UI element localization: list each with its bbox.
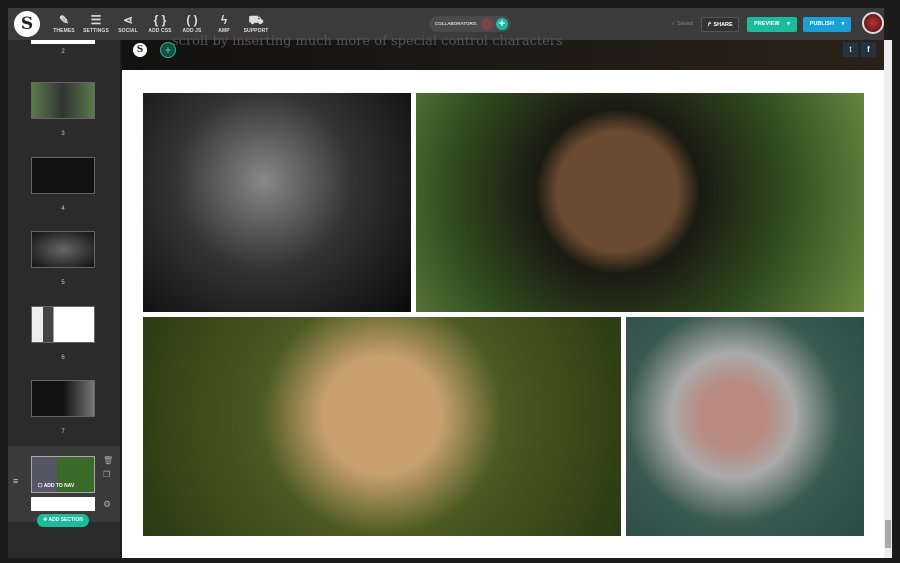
section-number: 6 <box>61 354 65 361</box>
section-number: 7 <box>61 429 65 436</box>
publish-button[interactable]: PUBLISH ▾ <box>803 17 851 32</box>
ambulance-icon: ⛟ <box>248 13 264 27</box>
add-section-button[interactable]: ✚ ADD SECTION <box>37 514 89 527</box>
preview-button[interactable]: PREVIEW ▾ <box>747 17 797 32</box>
toolbar-support-button[interactable]: ⛟ SUPPORT <box>239 12 273 34</box>
section-name-input[interactable] <box>31 497 95 511</box>
duplicate-icon[interactable]: ❐ <box>103 470 110 479</box>
section-number: 4 <box>61 205 65 212</box>
active-section: ≡ ☐ ADD TO NAV 🗑 ❐ ⚙ <box>8 446 120 522</box>
user-avatar[interactable] <box>862 12 884 34</box>
section-thumbnail[interactable] <box>31 40 95 44</box>
chimpanzee-photo[interactable] <box>416 93 864 312</box>
braces-icon: { } <box>153 13 167 27</box>
drag-handle-icon[interactable]: ≡ <box>13 476 18 486</box>
toolbar-amp-button[interactable]: ϟ AMP <box>207 12 241 34</box>
baby-monkey-photo[interactable] <box>626 317 864 536</box>
scrollbar[interactable] <box>884 40 892 558</box>
add-collaborator-button[interactable]: + <box>496 18 508 30</box>
section-number: 3 <box>61 131 65 137</box>
toolbar-social-button[interactable]: ⋖ SOCIAL <box>111 12 145 34</box>
site-logo[interactable]: S <box>14 11 40 37</box>
brush-icon: ✎ <box>58 13 70 27</box>
section-number: 5 <box>61 280 65 287</box>
bolt-icon: ϟ <box>220 13 228 27</box>
add-to-nav-checkbox[interactable]: ☐ ADD TO NAV <box>38 483 74 489</box>
list-icon: ☰ <box>90 13 102 27</box>
section-thumbnail[interactable] <box>31 156 95 194</box>
toolbar-add-js-button[interactable]: ( ) ADD JS <box>175 12 209 34</box>
add-element-button[interactable]: + <box>160 42 176 58</box>
toolbar-settings-button[interactable]: ☰ SETTINGS <box>79 12 113 34</box>
section-logo[interactable]: S <box>133 43 147 57</box>
gear-icon[interactable]: ⚙ <box>103 499 111 510</box>
chevron-down-icon: ▾ <box>787 21 790 27</box>
section-header: scroll by inserting much more of special… <box>122 34 884 70</box>
faded-text: scroll by inserting much more of special… <box>172 34 563 49</box>
collaborators-label: COLLABORATORS: <box>435 21 478 26</box>
gorilla-photo[interactable] <box>143 93 411 312</box>
section-thumbnail[interactable] <box>31 82 95 119</box>
page-canvas: scroll by inserting much more of special… <box>122 34 884 558</box>
toolbar-add-css-button[interactable]: { } ADD CSS <box>143 12 177 34</box>
section-thumbnail[interactable] <box>31 305 95 343</box>
parens-icon: ( ) <box>186 13 198 27</box>
sections-sidebar: 2 3 4 5 6 7 ≡ ☐ ADD TO NAV 🗑 ❐ ⚙ ✚ ADD SECTIO… <box>8 40 120 558</box>
twitter-icon[interactable]: t <box>843 42 858 57</box>
share-button[interactable]: ↱ SHARE <box>701 17 739 32</box>
section-thumbnail[interactable] <box>31 380 95 418</box>
saved-status: ✓ Saved <box>671 21 693 27</box>
facebook-icon[interactable]: f <box>861 42 876 57</box>
section-thumbnail[interactable] <box>31 231 95 269</box>
section-thumbnail[interactable]: ☐ ADD TO NAV <box>31 456 95 493</box>
section-number: 2 <box>61 49 65 55</box>
trash-icon[interactable]: 🗑 <box>103 456 113 465</box>
toolbar-themes-button[interactable]: ✎ THEMES <box>47 12 81 34</box>
chevron-down-icon: ▾ <box>841 21 845 27</box>
share-nodes-icon: ⋖ <box>122 13 134 27</box>
macaque-eating-photo[interactable] <box>143 317 621 536</box>
collaborator-avatar[interactable] <box>481 18 493 30</box>
